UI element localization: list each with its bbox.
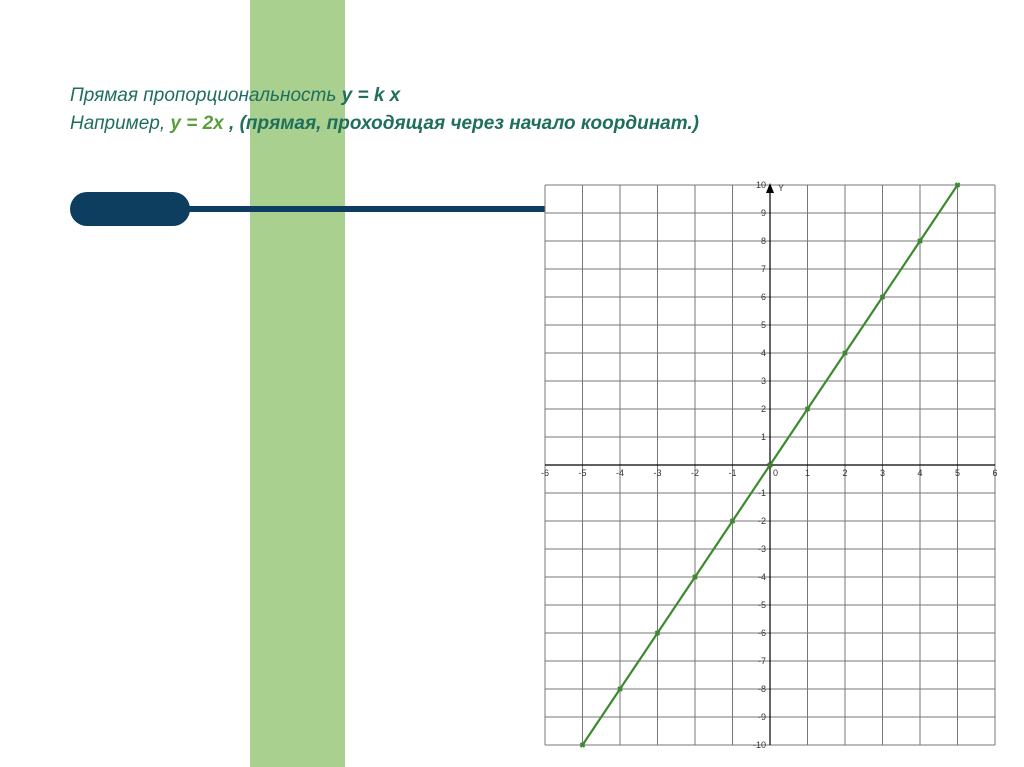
svg-text:-1: -1 <box>728 468 736 478</box>
title-line-2: Например, y = 2x , (прямая, проходящая ч… <box>70 110 950 138</box>
svg-text:-7: -7 <box>758 656 766 666</box>
svg-text:-2: -2 <box>758 516 766 526</box>
title-suffix: , (прямая, проходящая через начало коорд… <box>229 113 699 134</box>
svg-text:4: 4 <box>761 348 766 358</box>
decorative-bar <box>70 192 545 226</box>
svg-text:-1: -1 <box>758 488 766 498</box>
svg-text:-8: -8 <box>758 684 766 694</box>
equation-example: y = 2x <box>170 113 229 134</box>
slide-title: Прямая пропорциональность y = k x Наприм… <box>70 82 950 137</box>
svg-text:-3: -3 <box>653 468 661 478</box>
svg-text:0: 0 <box>773 468 778 478</box>
equation-general: y = k x <box>342 85 401 106</box>
title-line-1: Прямая пропорциональность y = k x <box>70 82 950 110</box>
svg-text:3: 3 <box>761 376 766 386</box>
bar-cap <box>70 192 190 226</box>
svg-text:1: 1 <box>761 432 766 442</box>
svg-text:8: 8 <box>761 236 766 246</box>
svg-text:-5: -5 <box>758 600 766 610</box>
svg-text:-4: -4 <box>616 468 624 478</box>
title-prefix-2: Например, <box>70 113 170 134</box>
svg-text:-6: -6 <box>758 628 766 638</box>
slide: Прямая пропорциональность y = k x Наприм… <box>0 0 1024 767</box>
bar-line <box>130 206 545 212</box>
svg-text:3: 3 <box>880 468 885 478</box>
svg-text:-2: -2 <box>691 468 699 478</box>
svg-text:-6: -6 <box>541 468 549 478</box>
svg-text:1: 1 <box>805 468 810 478</box>
svg-text:Y: Y <box>778 183 784 193</box>
svg-text:7: 7 <box>761 264 766 274</box>
svg-text:2: 2 <box>842 468 847 478</box>
svg-text:2: 2 <box>761 404 766 414</box>
svg-text:-9: -9 <box>758 712 766 722</box>
svg-text:-10: -10 <box>753 740 766 750</box>
title-prefix-1: Прямая пропорциональность <box>70 85 342 106</box>
chart-container: Y-6-5-4-3-2-10123456-10-9-8-7-6-5-4-3-2-… <box>540 180 1000 750</box>
svg-text:-4: -4 <box>758 572 766 582</box>
svg-text:6: 6 <box>992 468 997 478</box>
svg-text:6: 6 <box>761 292 766 302</box>
svg-text:10: 10 <box>756 180 766 190</box>
svg-text:5: 5 <box>955 468 960 478</box>
svg-text:4: 4 <box>917 468 922 478</box>
svg-text:-5: -5 <box>578 468 586 478</box>
svg-text:-3: -3 <box>758 544 766 554</box>
svg-text:9: 9 <box>761 208 766 218</box>
svg-text:5: 5 <box>761 320 766 330</box>
chart-svg: Y-6-5-4-3-2-10123456-10-9-8-7-6-5-4-3-2-… <box>540 180 1000 750</box>
